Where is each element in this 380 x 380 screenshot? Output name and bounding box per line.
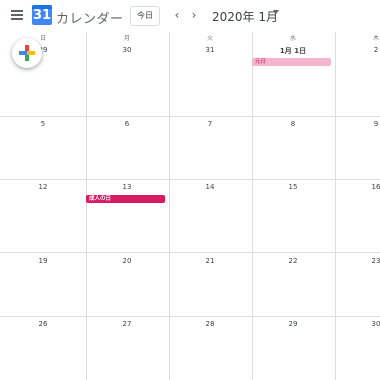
next-month-button[interactable]: › — [187, 8, 201, 22]
calendar-logo-icon: 31 — [32, 5, 52, 25]
date-cell[interactable]: 19 — [28, 257, 58, 265]
date-cell[interactable]: 15 — [278, 183, 308, 191]
date-cell[interactable]: 1月 1日 — [278, 46, 308, 56]
date-cell[interactable]: 27 — [112, 320, 142, 328]
date-cell[interactable]: 26 — [28, 320, 58, 328]
event-chip-seijin-no-hi[interactable]: 成人の日 — [86, 195, 165, 203]
chevron-down-icon[interactable] — [273, 10, 279, 14]
date-cell[interactable]: 12 — [28, 183, 58, 191]
date-cell[interactable]: 28 — [195, 320, 225, 328]
create-event-button[interactable] — [12, 38, 42, 68]
top-bar: 31 カレンダー 今日 ‹ › 2020年 1月 — [0, 0, 380, 32]
today-button[interactable]: 今日 — [130, 6, 160, 26]
date-cell[interactable]: 23 — [361, 257, 380, 265]
main-menu-icon[interactable] — [11, 10, 23, 20]
weekday-mon: 月 — [123, 35, 130, 42]
date-cell[interactable]: 6 — [112, 120, 142, 128]
logo-day: 31 — [32, 8, 52, 23]
month-title: 2020年 1月 — [212, 10, 278, 24]
date-cell[interactable]: 13 — [112, 183, 142, 191]
date-cell[interactable]: 9 — [361, 120, 380, 128]
date-cell[interactable]: 31 — [195, 46, 225, 54]
date-cell[interactable]: 2 — [361, 46, 380, 54]
month-grid: 日 月 火 水 木 29 30 31 1月 1日 2 5 6 7 8 9 12 … — [0, 32, 380, 380]
date-cell[interactable]: 20 — [112, 257, 142, 265]
app-title: カレンダー — [56, 12, 124, 27]
prev-month-button[interactable]: ‹ — [170, 8, 184, 22]
event-chip-ganjitsu[interactable]: 元日 — [252, 58, 331, 66]
weekday-thu: 木 — [372, 35, 379, 42]
date-cell[interactable]: 8 — [278, 120, 308, 128]
date-cell[interactable]: 30 — [361, 320, 380, 328]
date-cell[interactable]: 21 — [195, 257, 225, 265]
date-cell[interactable]: 7 — [195, 120, 225, 128]
date-cell[interactable]: 30 — [112, 46, 142, 54]
date-cell[interactable]: 5 — [28, 120, 58, 128]
date-cell[interactable]: 29 — [278, 320, 308, 328]
date-cell[interactable]: 22 — [278, 257, 308, 265]
weekday-tue: 火 — [206, 35, 213, 42]
date-cell[interactable]: 14 — [195, 183, 225, 191]
weekday-wed: 水 — [289, 35, 296, 42]
date-cell[interactable]: 16 — [361, 183, 380, 191]
